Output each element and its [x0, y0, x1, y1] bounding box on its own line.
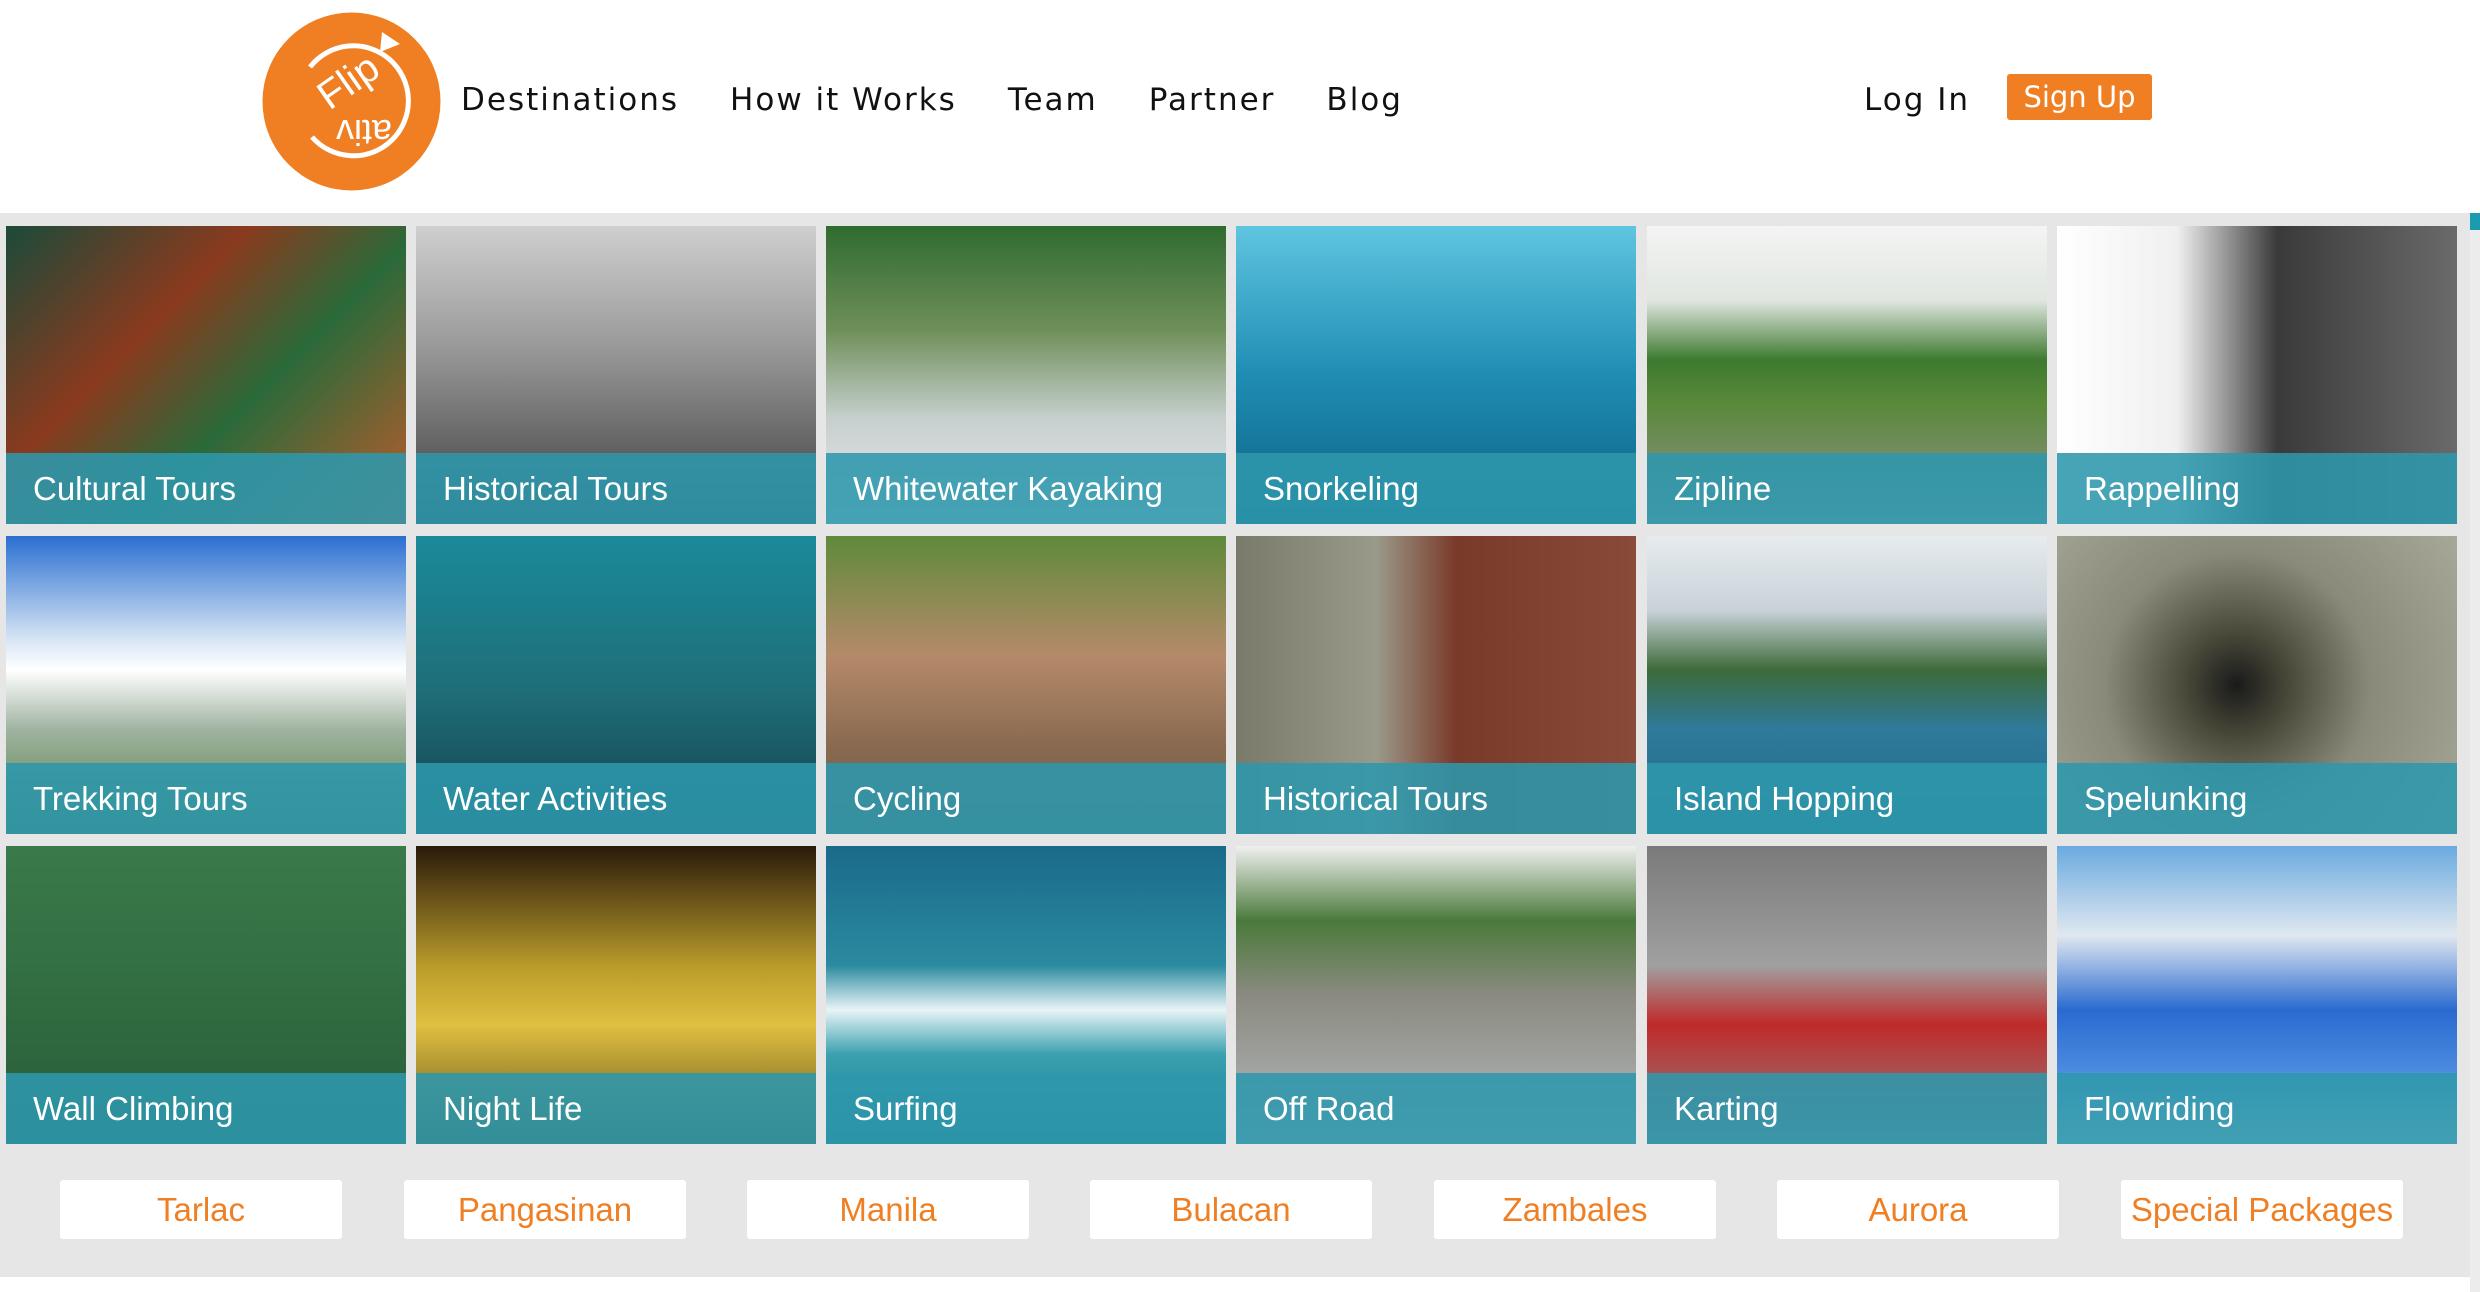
activity-label: Zipline	[1674, 470, 1772, 507]
activity-tile-historical-tours[interactable]: Historical Tours	[416, 226, 816, 524]
activity-label: Off Road	[1263, 1090, 1395, 1127]
activity-tile-trekking-tours[interactable]: Trekking Tours	[6, 536, 406, 834]
activity-label: Night Life	[443, 1090, 583, 1127]
activity-label: Rappelling	[2084, 470, 2240, 507]
activity-tile-night-life[interactable]: Night Life	[416, 846, 816, 1144]
activity-label: Cycling	[853, 780, 962, 817]
activity-label: Island Hopping	[1674, 780, 1895, 817]
activity-label: Karting	[1674, 1090, 1779, 1127]
activity-label: Wall Climbing	[33, 1090, 234, 1127]
destination-button-zambales[interactable]: Zambales	[1434, 1180, 1716, 1239]
activity-tile-water-activities[interactable]: Water Activities	[416, 536, 816, 834]
activity-label: Flowriding	[2084, 1090, 2235, 1127]
activity-label: Historical Tours	[1263, 780, 1488, 817]
destination-button-bulacan[interactable]: Bulacan	[1090, 1180, 1372, 1239]
destination-button-tarlac[interactable]: Tarlac	[60, 1180, 342, 1239]
activity-tile-cultural-tours[interactable]: Cultural Tours	[6, 226, 406, 524]
site-header: Flip ativ Destinations How it Works Team…	[0, 0, 2480, 213]
activity-tile-flowriding[interactable]: Flowriding	[2057, 846, 2457, 1144]
activity-label: Surfing	[853, 1090, 958, 1127]
main-nav: Destinations How it Works Team Partner B…	[461, 78, 1454, 122]
svg-text:ativ: ativ	[336, 112, 392, 153]
activity-tile-karting[interactable]: Karting	[1647, 846, 2047, 1144]
activity-tile-zipline[interactable]: Zipline	[1647, 226, 2047, 524]
activity-label: Cultural Tours	[33, 470, 236, 507]
activity-tile-spelunking[interactable]: Spelunking	[2057, 536, 2457, 834]
destination-button-aurora[interactable]: Aurora	[1777, 1180, 2059, 1239]
activity-label: Historical Tours	[443, 470, 668, 507]
nav-destinations[interactable]: Destinations	[461, 82, 679, 118]
activity-tile-surfing[interactable]: Surfing	[826, 846, 1226, 1144]
activity-tile-cycling[interactable]: Cycling	[826, 536, 1226, 834]
activity-tile-off-road[interactable]: Off Road	[1236, 846, 1636, 1144]
signup-button[interactable]: Sign Up	[2007, 74, 2152, 120]
destination-button-special-packages[interactable]: Special Packages	[2121, 1180, 2403, 1239]
activity-tile-snorkeling[interactable]: Snorkeling	[1236, 226, 1636, 524]
activity-tile-whitewater-kayaking[interactable]: Whitewater Kayaking	[826, 226, 1226, 524]
activity-label: Trekking Tours	[33, 780, 248, 817]
destination-button-pangasinan[interactable]: Pangasinan	[404, 1180, 686, 1239]
activity-tile-rappelling[interactable]: Rappelling	[2057, 226, 2457, 524]
nav-how-it-works[interactable]: How it Works	[730, 82, 957, 118]
destination-button-manila[interactable]: Manila	[747, 1180, 1029, 1239]
activity-label: Water Activities	[443, 780, 668, 817]
activity-label: Snorkeling	[1263, 470, 1419, 507]
login-link[interactable]: Log In	[1864, 78, 1970, 122]
nav-blog[interactable]: Blog	[1326, 82, 1403, 118]
nav-partner[interactable]: Partner	[1149, 82, 1276, 118]
footer-divider	[0, 1277, 2470, 1292]
activity-tile-island-hopping[interactable]: Island Hopping	[1647, 536, 2047, 834]
flipativ-logo[interactable]: Flip ativ	[262, 12, 441, 191]
activity-tile-historical-tours-baler[interactable]: Historical Tours	[1236, 536, 1636, 834]
activity-label: Whitewater Kayaking	[853, 470, 1163, 507]
activity-grid: Cultural Tours Historical Tours Whitewat…	[0, 213, 2470, 1157]
activity-tile-wall-climbing[interactable]: Wall Climbing	[6, 846, 406, 1144]
nav-team[interactable]: Team	[1008, 82, 1098, 118]
activity-label: Spelunking	[2084, 780, 2248, 817]
